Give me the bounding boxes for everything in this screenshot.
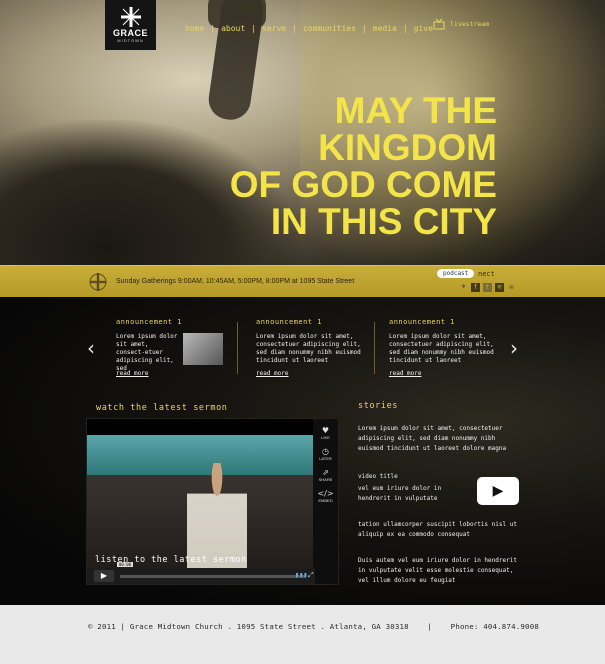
nav-about[interactable]: about xyxy=(221,24,245,33)
video-preacher xyxy=(187,463,247,583)
facebook-icon[interactable]: f xyxy=(471,283,480,292)
embed-button[interactable]: </> EMBED xyxy=(313,489,338,503)
hero-banner: GRACE MIDTOWN home | about | serve | com… xyxy=(0,0,605,265)
nav-media[interactable]: media xyxy=(373,24,397,33)
gatherings-times: Sunday Gatherings 9:00AM, 10:45AM, 5:00P… xyxy=(116,278,355,285)
podcast-icon[interactable]: ♆ xyxy=(459,283,468,292)
later-label: LATER xyxy=(319,456,332,461)
connect-label: nect xyxy=(478,270,495,278)
nav-serve[interactable]: serve xyxy=(262,24,286,33)
nav-separator: | xyxy=(402,24,408,33)
read-more-link[interactable]: read more xyxy=(116,370,149,377)
cross-logo-icon xyxy=(120,7,141,27)
announcement-divider xyxy=(374,322,375,374)
video-controls: ▶ 00:00 ▮▮▮ ⤢ xyxy=(87,562,315,584)
carousel-prev-icon[interactable]: ‹ xyxy=(87,338,95,358)
email-icon[interactable]: ✉ xyxy=(507,283,516,292)
headline-line: KINGDOM xyxy=(318,127,497,168)
announcement-title: announcement 1 xyxy=(389,318,456,326)
sermon-video-player[interactable]: ♥ LIKE ◷ LATER ⇗ SHARE </> EMBED listen to t… xyxy=(86,418,339,585)
cross-emblem-icon xyxy=(89,273,107,291)
announcement-card: announcement 1 Lorem ipsum dolor sit ame… xyxy=(389,318,514,377)
story-play-button[interactable]: ▶ xyxy=(477,477,519,505)
nav-communities[interactable]: communities xyxy=(303,24,356,33)
tv-icon xyxy=(433,18,445,30)
footer: © 2011 | Grace Midtown Church . 1095 Sta… xyxy=(0,605,605,664)
announcement-card: announcement 1 Lorem ipsum dolor sit ame… xyxy=(256,318,381,377)
headline-line: IN THIS CITY xyxy=(270,201,497,242)
nav-separator: | xyxy=(251,24,257,33)
livestream-label: livestream xyxy=(450,20,490,28)
like-label: LIKE xyxy=(321,435,330,440)
share-label: SHARE xyxy=(318,477,333,482)
story-paragraph: vel eum iriure dolor in hendrerit in vul… xyxy=(358,485,442,502)
logo-wordmark: GRACE xyxy=(112,28,148,38)
video-time: 00:00 xyxy=(117,562,134,567)
embed-icon: </> xyxy=(317,489,334,498)
announcement-card: announcement 1 Lorem ipsum dolor sit ame… xyxy=(116,318,241,377)
read-more-link[interactable]: read more xyxy=(389,370,422,377)
rss-icon[interactable]: ≋ xyxy=(495,283,504,292)
stories-section-title: stories xyxy=(358,401,399,411)
video-side-toolbar: ♥ LIKE ◷ LATER ⇗ SHARE </> EMBED xyxy=(313,419,338,584)
headline-line: MAY THE xyxy=(334,90,497,131)
watch-later-button[interactable]: ◷ LATER xyxy=(313,447,338,461)
nav-home[interactable]: home xyxy=(185,24,204,33)
twitter-icon[interactable]: t xyxy=(483,283,492,292)
announcement-thumbnail xyxy=(183,333,223,365)
like-button[interactable]: ♥ LIKE xyxy=(313,426,338,440)
headline-line: OF GOD COME xyxy=(229,164,497,205)
announcement-body: Lorem ipsum dolor sit amet, consectetuer… xyxy=(389,333,494,364)
share-button[interactable]: ⇗ SHARE xyxy=(313,468,338,482)
hero-headline: MAY THE KINGDOM OF GOD COME IN THIS CITY xyxy=(230,92,497,240)
video-scrubber[interactable] xyxy=(120,575,306,578)
nav-separator: | xyxy=(361,24,367,33)
share-icon: ⇗ xyxy=(322,468,329,477)
nav-separator: | xyxy=(292,24,297,33)
footer-contact-text: © 2011 | Grace Midtown Church . 1095 Sta… xyxy=(88,622,540,631)
main-nav: home | about | serve | communities | med… xyxy=(185,24,433,33)
livestream-link[interactable]: livestream xyxy=(433,18,489,30)
story-video-title: video title xyxy=(358,473,398,480)
nav-separator: | xyxy=(210,24,216,33)
podcast-tooltip: podcast xyxy=(437,269,475,278)
announcement-body: Lorem ipsum dolor sit amet, consectetuer… xyxy=(256,333,361,364)
read-more-link[interactable]: read more xyxy=(256,370,289,377)
nav-give[interactable]: give xyxy=(414,24,433,33)
grace-midtown-logo[interactable]: GRACE MIDTOWN xyxy=(105,0,156,50)
story-paragraph: tation ullamcorper suscipit lobortis nis… xyxy=(358,521,517,538)
announcement-divider xyxy=(237,322,238,374)
sermon-section-title: watch the latest sermon xyxy=(96,403,228,413)
embed-label: EMBED xyxy=(318,498,333,503)
announcement-title: announcement 1 xyxy=(116,318,183,326)
fullscreen-icon[interactable]: ⤢ xyxy=(308,571,314,580)
announcement-title: announcement 1 xyxy=(256,318,323,326)
announcement-body: Lorem ipsum dolor sit amet, consect-etue… xyxy=(116,333,178,372)
clock-icon: ◷ xyxy=(322,447,329,456)
gatherings-bar: Sunday Gatherings 9:00AM, 10:45AM, 5:00P… xyxy=(0,265,605,297)
play-icon[interactable]: ▶ xyxy=(94,570,114,582)
heart-icon: ♥ xyxy=(321,426,330,435)
logo-subtext: MIDTOWN xyxy=(117,38,144,43)
story-paragraph: Duis autem vel eum iriure dolor in hendr… xyxy=(358,557,517,584)
volume-icon[interactable]: ▮▮▮ xyxy=(295,571,308,579)
social-icons: ♆ f t ≋ ✉ xyxy=(459,283,516,292)
story-paragraph: Lorem ipsum dolor sit amet, consectetuer… xyxy=(358,425,507,452)
